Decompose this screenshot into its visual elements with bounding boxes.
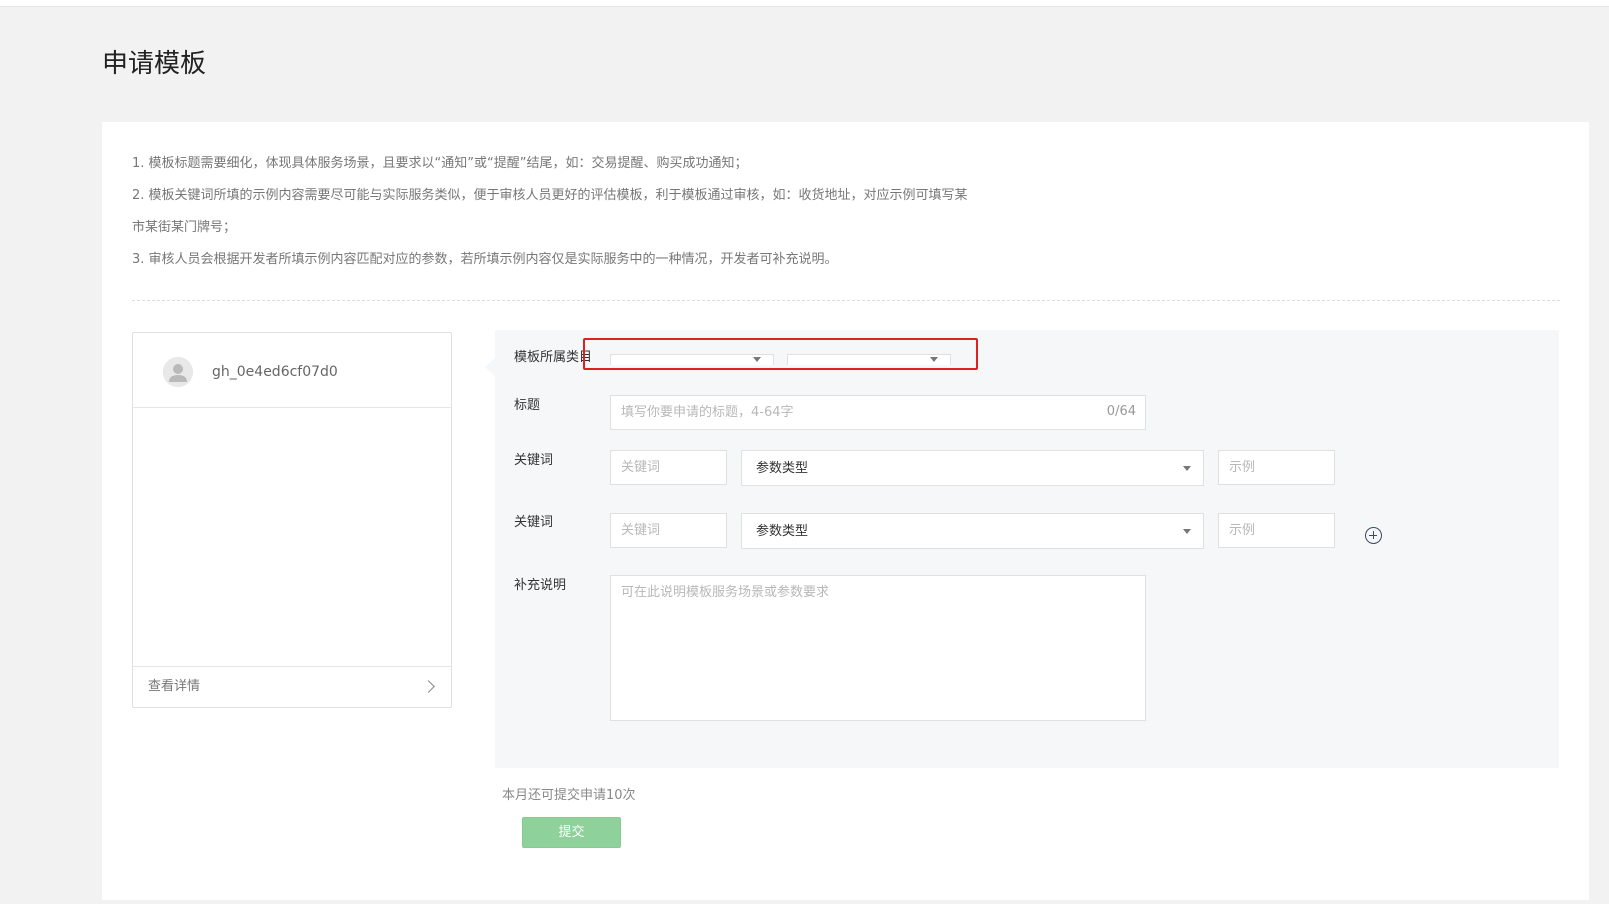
section-divider [132, 300, 1560, 301]
example-input[interactable] [1218, 450, 1335, 485]
panel-pointer [485, 358, 495, 376]
title-input[interactable] [610, 395, 1146, 430]
caret-down-icon [1183, 466, 1191, 471]
example-input[interactable] [1218, 513, 1335, 548]
view-details-row[interactable]: 查看详情 [133, 666, 451, 707]
view-details-link[interactable]: 查看详情 [148, 676, 200, 698]
keyword-label: 关键词 [514, 515, 554, 530]
param-type-label: 参数类型 [756, 461, 809, 476]
account-name: gh_0e4ed6cf07d0 [212, 364, 338, 380]
guideline-line: 3. 审核人员会根据开发者所填示例内容匹配对应的参数，若所填示例内容仅是实际服务… [132, 252, 838, 267]
guideline-line: 市某街某门牌号； [132, 220, 237, 235]
primary-category-select[interactable] [610, 354, 774, 365]
title-char-counter: 0/64 [1106, 404, 1136, 419]
keyword-input[interactable] [610, 450, 727, 485]
caret-down-icon [930, 357, 938, 362]
page-title: 申请模板 [102, 49, 207, 79]
submit-button[interactable]: 提交 [522, 817, 621, 848]
guidelines: 1. 模板标题需要细化，体现具体服务场景，且要求以“通知”或“提醒”结尾，如：交… [132, 148, 1132, 276]
top-bar [0, 0, 1609, 7]
keyword-label: 关键词 [514, 453, 554, 468]
template-preview-card: gh_0e4ed6cf07d0 查看详情 [132, 332, 452, 708]
keyword-input[interactable] [610, 513, 727, 548]
caret-down-icon [753, 357, 761, 362]
param-type-select[interactable]: 参数类型 [741, 513, 1204, 549]
guideline-line: 1. 模板标题需要细化，体现具体服务场景，且要求以“通知”或“提醒”结尾，如：交… [132, 156, 748, 171]
title-label: 标题 [514, 398, 541, 413]
add-keyword-icon[interactable] [1365, 527, 1382, 544]
caret-down-icon [1183, 529, 1191, 534]
preview-header: gh_0e4ed6cf07d0 [133, 333, 451, 408]
category-label: 模板所属类目 [514, 350, 593, 365]
chevron-right-icon [422, 680, 435, 693]
template-form: 模板所属类目 标题 0/64 关键词 参数类型 关键词 参数类型 补充说明 [485, 330, 1559, 768]
supplement-textarea[interactable] [610, 575, 1146, 721]
param-type-select[interactable]: 参数类型 [741, 450, 1204, 486]
user-avatar-icon [163, 357, 193, 387]
param-type-label: 参数类型 [756, 524, 809, 539]
avatar [163, 357, 193, 387]
secondary-category-select[interactable] [787, 354, 951, 365]
title-field: 0/64 [610, 395, 1146, 430]
guideline-line: 2. 模板关键词所填的示例内容需要尽可能与实际服务类似，便于审核人员更好的评估模… [132, 188, 968, 203]
remaining-submissions-text: 本月还可提交申请10次 [502, 788, 636, 803]
supplement-label: 补充说明 [514, 578, 567, 593]
main-card: 1. 模板标题需要细化，体现具体服务场景，且要求以“通知”或“提醒”结尾，如：交… [102, 122, 1589, 900]
